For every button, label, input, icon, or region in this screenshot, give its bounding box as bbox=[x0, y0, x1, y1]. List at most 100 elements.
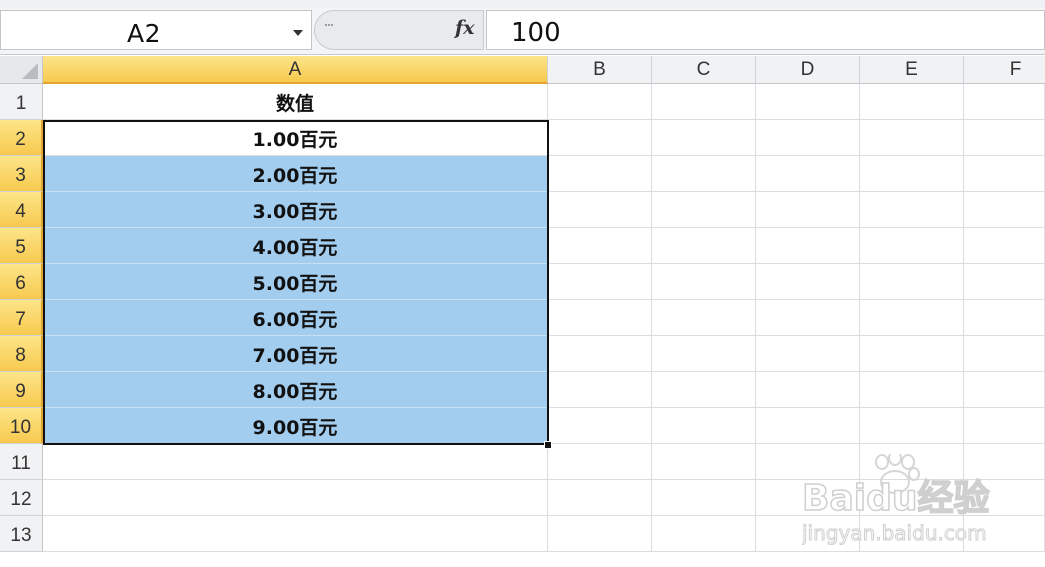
cell-f5[interactable] bbox=[964, 228, 1045, 264]
cell-c5[interactable] bbox=[652, 228, 756, 264]
cell-e4[interactable] bbox=[860, 192, 964, 228]
column-header-c[interactable]: C bbox=[652, 56, 756, 84]
column-header-f[interactable]: F bbox=[964, 56, 1045, 84]
name-box[interactable]: A2 bbox=[0, 10, 312, 50]
cell-b11[interactable] bbox=[548, 444, 652, 480]
cell-f10[interactable] bbox=[964, 408, 1045, 444]
cell-d6[interactable] bbox=[756, 264, 860, 300]
cell-f1[interactable] bbox=[964, 84, 1045, 120]
cell-a11[interactable] bbox=[43, 444, 548, 480]
cell-c13[interactable] bbox=[652, 516, 756, 552]
cell-f13[interactable] bbox=[964, 516, 1045, 552]
cell-f4[interactable] bbox=[964, 192, 1045, 228]
cell-b3[interactable] bbox=[548, 156, 652, 192]
cell-e6[interactable] bbox=[860, 264, 964, 300]
chevron-down-icon[interactable] bbox=[293, 30, 303, 36]
row-header-12[interactable]: 12 bbox=[0, 480, 43, 516]
row-header-8[interactable]: 8 bbox=[0, 336, 43, 372]
cell-a3[interactable]: 2.00百元 bbox=[43, 156, 548, 192]
cell-e3[interactable] bbox=[860, 156, 964, 192]
cell-c3[interactable] bbox=[652, 156, 756, 192]
cell-e5[interactable] bbox=[860, 228, 964, 264]
row-header-7[interactable]: 7 bbox=[0, 300, 43, 336]
cell-b7[interactable] bbox=[548, 300, 652, 336]
cell-d13[interactable] bbox=[756, 516, 860, 552]
cell-a2[interactable]: 1.00百元 bbox=[43, 120, 548, 156]
cell-c8[interactable] bbox=[652, 336, 756, 372]
cell-d11[interactable] bbox=[756, 444, 860, 480]
cell-c4[interactable] bbox=[652, 192, 756, 228]
cell-b4[interactable] bbox=[548, 192, 652, 228]
row-header-11[interactable]: 11 bbox=[0, 444, 43, 480]
cell-a8[interactable]: 7.00百元 bbox=[43, 336, 548, 372]
cell-c1[interactable] bbox=[652, 84, 756, 120]
cell-b9[interactable] bbox=[548, 372, 652, 408]
cell-c11[interactable] bbox=[652, 444, 756, 480]
cell-e9[interactable] bbox=[860, 372, 964, 408]
cell-a1[interactable]: 数值 bbox=[43, 84, 548, 120]
row-header-4[interactable]: 4 bbox=[0, 192, 43, 228]
column-header-e[interactable]: E bbox=[860, 56, 964, 84]
row-header-2[interactable]: 2 bbox=[0, 120, 43, 156]
cell-a6[interactable]: 5.00百元 bbox=[43, 264, 548, 300]
cell-b13[interactable] bbox=[548, 516, 652, 552]
column-header-d[interactable]: D bbox=[756, 56, 860, 84]
cell-d4[interactable] bbox=[756, 192, 860, 228]
cell-c9[interactable] bbox=[652, 372, 756, 408]
insert-function-icon[interactable]: fx bbox=[455, 17, 475, 39]
cell-d10[interactable] bbox=[756, 408, 860, 444]
cell-f2[interactable] bbox=[964, 120, 1045, 156]
cell-c2[interactable] bbox=[652, 120, 756, 156]
cell-d3[interactable] bbox=[756, 156, 860, 192]
cell-b2[interactable] bbox=[548, 120, 652, 156]
cell-f7[interactable] bbox=[964, 300, 1045, 336]
cell-f9[interactable] bbox=[964, 372, 1045, 408]
row-header-3[interactable]: 3 bbox=[0, 156, 43, 192]
cell-f6[interactable] bbox=[964, 264, 1045, 300]
cell-d12[interactable] bbox=[756, 480, 860, 516]
cell-d7[interactable] bbox=[756, 300, 860, 336]
cell-c12[interactable] bbox=[652, 480, 756, 516]
row-header-1[interactable]: 1 bbox=[0, 84, 43, 120]
cell-b8[interactable] bbox=[548, 336, 652, 372]
row-header-13[interactable]: 13 bbox=[0, 516, 43, 552]
resize-handle-icon[interactable] bbox=[325, 24, 333, 29]
cell-a13[interactable] bbox=[43, 516, 548, 552]
cell-e1[interactable] bbox=[860, 84, 964, 120]
cell-d9[interactable] bbox=[756, 372, 860, 408]
cell-e2[interactable] bbox=[860, 120, 964, 156]
cell-d5[interactable] bbox=[756, 228, 860, 264]
cell-e12[interactable] bbox=[860, 480, 964, 516]
cell-e10[interactable] bbox=[860, 408, 964, 444]
cell-c10[interactable] bbox=[652, 408, 756, 444]
cell-d2[interactable] bbox=[756, 120, 860, 156]
column-header-a[interactable]: A bbox=[43, 56, 548, 84]
cell-e11[interactable] bbox=[860, 444, 964, 480]
fill-handle[interactable] bbox=[544, 441, 552, 449]
row-header-9[interactable]: 9 bbox=[0, 372, 43, 408]
cell-b5[interactable] bbox=[548, 228, 652, 264]
cell-b1[interactable] bbox=[548, 84, 652, 120]
row-header-10[interactable]: 10 bbox=[0, 408, 43, 444]
cell-b12[interactable] bbox=[548, 480, 652, 516]
cell-d1[interactable] bbox=[756, 84, 860, 120]
formula-input[interactable]: 100 bbox=[486, 10, 1045, 50]
cell-a7[interactable]: 6.00百元 bbox=[43, 300, 548, 336]
cell-e7[interactable] bbox=[860, 300, 964, 336]
cell-f3[interactable] bbox=[964, 156, 1045, 192]
cell-e13[interactable] bbox=[860, 516, 964, 552]
cell-a5[interactable]: 4.00百元 bbox=[43, 228, 548, 264]
cell-c6[interactable] bbox=[652, 264, 756, 300]
column-header-b[interactable]: B bbox=[548, 56, 652, 84]
row-header-6[interactable]: 6 bbox=[0, 264, 43, 300]
cell-a4[interactable]: 3.00百元 bbox=[43, 192, 548, 228]
cell-b6[interactable] bbox=[548, 264, 652, 300]
row-header-5[interactable]: 5 bbox=[0, 228, 43, 264]
cell-e8[interactable] bbox=[860, 336, 964, 372]
cell-f11[interactable] bbox=[964, 444, 1045, 480]
cell-f12[interactable] bbox=[964, 480, 1045, 516]
cell-c7[interactable] bbox=[652, 300, 756, 336]
cell-d8[interactable] bbox=[756, 336, 860, 372]
cell-a10[interactable]: 9.00百元 bbox=[43, 408, 548, 444]
select-all-button[interactable] bbox=[0, 56, 43, 84]
